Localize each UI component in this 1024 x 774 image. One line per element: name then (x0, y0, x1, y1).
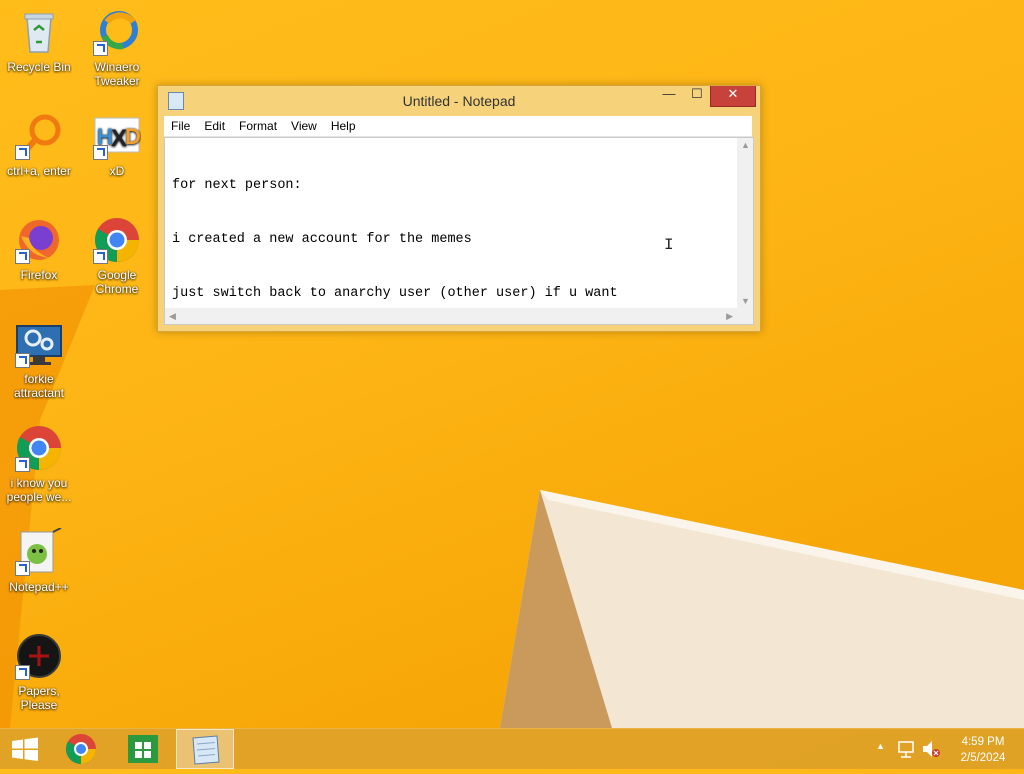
shortcut-arrow-icon (15, 457, 30, 472)
desktop-icon-label: Recycle Bin (7, 60, 71, 74)
editor-text[interactable]: for next person: i created a new account… (172, 141, 732, 301)
desktop-icon-recycle-bin[interactable]: Recycle Bin (0, 8, 78, 74)
chevron-up-icon: ▲ (876, 741, 885, 751)
shortcut-arrow-icon (15, 561, 30, 576)
hxd-icon: H X D (93, 112, 141, 160)
taskbar-notepad-button[interactable] (176, 729, 234, 769)
volume-tray-button[interactable] (920, 729, 942, 769)
start-button[interactable] (0, 729, 50, 769)
chrome-icon (93, 216, 141, 264)
desktop-icon-google-chrome[interactable]: Google Chrome (78, 216, 156, 296)
scroll-down-icon[interactable]: ▼ (741, 296, 750, 306)
show-hidden-icons-button[interactable]: ▲ (874, 729, 888, 769)
notepad-icon (192, 735, 220, 765)
desktop-icon-label: Notepad++ (9, 580, 69, 594)
winaero-tweaker-icon (93, 8, 141, 56)
store-icon (128, 735, 158, 763)
desktop-icon-i-know-you-people[interactable]: i know you people we... (0, 424, 78, 504)
volume-muted-icon (923, 741, 940, 757)
desktop-icon-xd[interactable]: H X D xD (78, 112, 156, 178)
shortcut-arrow-icon (93, 41, 108, 56)
menu-bar: File Edit Format View Help (164, 116, 752, 137)
text-line: for next person: (172, 178, 302, 193)
taskbar-store-button[interactable] (118, 729, 168, 769)
shortcut-arrow-icon (15, 249, 30, 264)
network-tray-button[interactable] (896, 729, 916, 769)
notepad-plus-plus-icon (15, 527, 63, 576)
magnifier-icon (15, 112, 63, 160)
taskbar-clock[interactable]: 4:59 PM 2/5/2024 (950, 734, 1016, 766)
resize-grip-icon[interactable] (737, 308, 753, 324)
text-editor[interactable]: for next person: i created a new account… (164, 137, 754, 325)
desktop-icon-label: Winaero Tweaker (94, 60, 140, 88)
taskbar: ▲ 4:59 PM 2/5/2024 (0, 728, 1024, 769)
menu-format[interactable]: Format (232, 116, 284, 133)
desktop-icon-label: Firefox (20, 268, 58, 282)
desktop-icon-papers-please[interactable]: Papers, Please (0, 632, 78, 712)
shortcut-arrow-icon (93, 249, 108, 264)
title-bar[interactable]: Untitled - Notepad — ☐ ✕ (158, 86, 760, 116)
close-button[interactable]: ✕ (710, 86, 756, 107)
desktop-icon-firefox[interactable]: Firefox (0, 216, 78, 282)
shortcut-arrow-icon (15, 665, 30, 680)
chrome-icon (15, 424, 63, 472)
menu-file[interactable]: File (164, 116, 197, 133)
text-cursor-icon: I (664, 236, 674, 254)
network-icon (898, 741, 914, 758)
taskbar-chrome-button[interactable] (56, 729, 106, 769)
scroll-left-icon[interactable]: ◀ (169, 311, 176, 322)
vertical-scrollbar[interactable]: ▲ ▼ (737, 138, 753, 308)
desktop-icon-label: ctrl+a, enter (7, 164, 71, 178)
horizontal-scrollbar[interactable]: ◀ ▶ (165, 308, 737, 324)
recycle-bin-icon (15, 8, 63, 56)
maximize-button[interactable]: ☐ (684, 86, 710, 106)
shortcut-arrow-icon (15, 145, 30, 160)
menu-help[interactable]: Help (324, 116, 363, 133)
desktop-icon-forkie-attractant[interactable]: forkie attractant (0, 320, 78, 400)
shortcut-arrow-icon (15, 353, 30, 368)
desktop-icon-label: forkie attractant (13, 372, 65, 400)
desktop-icon-notepad-plus-plus[interactable]: Notepad++ (0, 527, 78, 594)
menu-edit[interactable]: Edit (197, 116, 232, 133)
clock-time: 4:59 PM (961, 736, 1005, 748)
minimize-button[interactable]: — (656, 86, 682, 106)
notepad-window[interactable]: Untitled - Notepad — ☐ ✕ File Edit Format V… (157, 85, 761, 332)
papers-please-icon (15, 632, 63, 680)
text-line: just switch back to anarchy user (other … (172, 286, 618, 301)
clock-date: 2/5/2024 (960, 752, 1006, 764)
firefox-icon (15, 216, 63, 264)
text-line: i created a new account for the memes (172, 232, 472, 247)
shortcut-arrow-icon (93, 145, 108, 160)
desktop-icon-winaero-tweaker[interactable]: Winaero Tweaker (78, 8, 156, 88)
svg-text:D: D (125, 124, 141, 149)
settings-monitor-icon (15, 320, 63, 368)
windows-logo-icon (12, 737, 38, 761)
chrome-icon (65, 734, 96, 765)
desktop-icon-label: Papers, Please (18, 684, 60, 712)
desktop-icon-label: i know you people we... (6, 476, 72, 504)
scroll-up-icon[interactable]: ▲ (741, 140, 750, 150)
scroll-right-icon[interactable]: ▶ (726, 311, 733, 322)
desktop-icon-label: xD (109, 164, 125, 178)
menu-view[interactable]: View (284, 116, 324, 133)
desktop-icon-label: Google Chrome (95, 268, 139, 296)
desktop-icon-ctrl-a-enter[interactable]: ctrl+a, enter (0, 112, 78, 178)
